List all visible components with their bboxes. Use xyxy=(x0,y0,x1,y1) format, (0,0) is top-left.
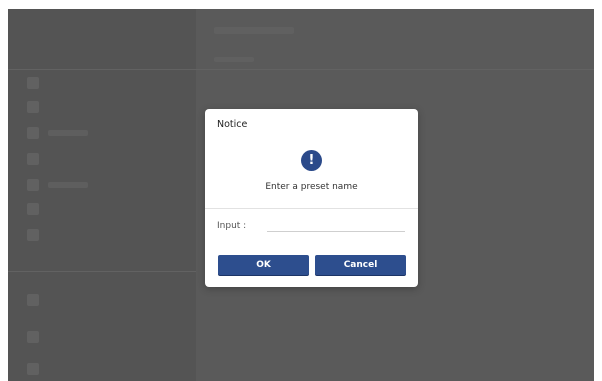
logout-icon xyxy=(27,363,39,375)
divider xyxy=(8,69,196,70)
ok-button[interactable]: OK xyxy=(218,255,309,275)
home-icon xyxy=(27,77,39,89)
notice-dialog: Notice ! Enter a preset name Input : OK … xyxy=(205,109,418,287)
sidebar-header xyxy=(8,9,196,69)
dialog-message: Enter a preset name xyxy=(265,182,358,192)
dialog-divider xyxy=(205,208,418,209)
display-icon xyxy=(27,179,39,191)
exclamation-icon: ! xyxy=(301,150,322,171)
user-icon xyxy=(27,101,39,113)
sidebar xyxy=(8,9,196,381)
page-title xyxy=(214,27,294,34)
dialog-title: Notice xyxy=(217,119,248,130)
tab-label xyxy=(214,57,254,62)
divider xyxy=(8,271,196,272)
storage-icon xyxy=(27,203,39,215)
divider xyxy=(196,69,594,70)
sidebar-item-label xyxy=(48,182,88,188)
sidebar-item-label xyxy=(48,130,88,136)
settings-icon xyxy=(27,153,39,165)
lock-icon xyxy=(27,229,39,241)
camera-icon xyxy=(27,127,39,139)
help-icon xyxy=(27,331,39,343)
preset-name-input[interactable] xyxy=(267,217,405,232)
input-label: Input : xyxy=(217,221,247,231)
cancel-button[interactable]: Cancel xyxy=(315,255,406,275)
info-icon xyxy=(27,294,39,306)
